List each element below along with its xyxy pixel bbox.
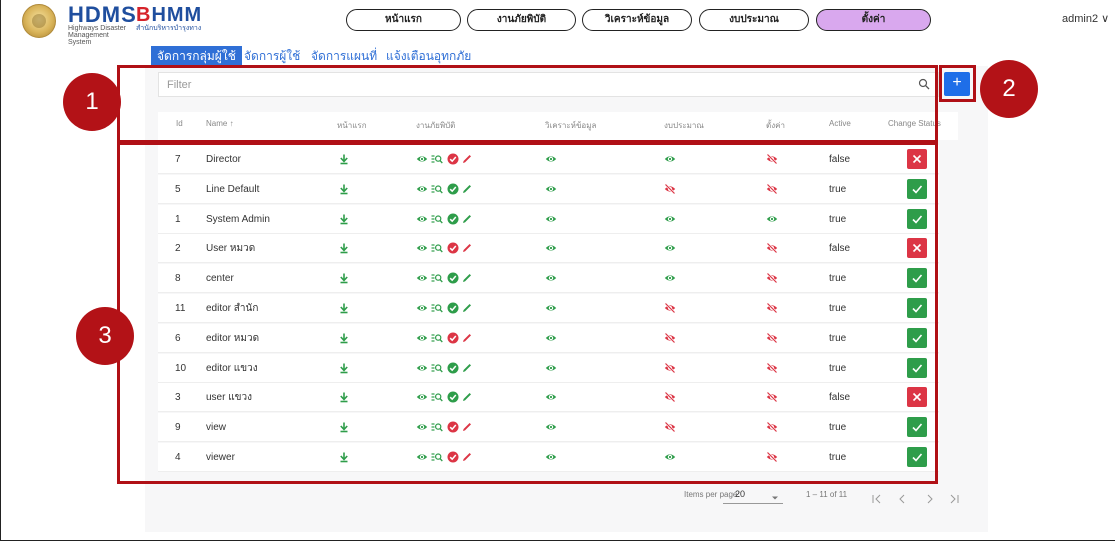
department-emblem-logo: [22, 4, 56, 38]
tab-maps[interactable]: จัดการแผนที่: [311, 46, 377, 66]
previous-page-icon[interactable]: [896, 493, 908, 505]
nav-analysis[interactable]: วิเคราะห์ข้อมูล: [582, 9, 692, 31]
bhmm-subtitle: สำนักบริหารบำรุงทาง: [136, 25, 202, 32]
annotation-marker-2: 2: [980, 60, 1038, 118]
page-size-underline: [723, 503, 783, 504]
page-size-select[interactable]: 20: [735, 489, 745, 499]
hdms-subtitle: Highways Disaster Management System: [68, 25, 126, 46]
last-page-icon[interactable]: [948, 493, 960, 505]
nav-settings[interactable]: ตั้งค่า: [816, 9, 931, 31]
annotation-marker-1: 1: [63, 73, 121, 131]
tab-flood-alerts[interactable]: แจ้งเตือนอุทกภัย: [386, 46, 471, 66]
nav-disaster[interactable]: งานภัยพิบัติ: [467, 9, 576, 31]
annotation-box-2: [939, 65, 976, 102]
annotation-marker-3: 3: [76, 307, 134, 365]
user-menu[interactable]: admin2 ∨: [1062, 12, 1109, 25]
bhmm-logo-b: B: [136, 4, 152, 26]
items-per-page-label: Items per page:: [684, 490, 740, 499]
bhmm-logo: BHMM: [136, 5, 202, 25]
annotation-box-1: [117, 65, 938, 145]
next-page-icon[interactable]: [924, 493, 936, 505]
bhmm-logo-rest: HMM: [151, 4, 203, 26]
tab-users[interactable]: จัดการผู้ใช้: [244, 46, 300, 66]
annotation-box-3: [117, 140, 938, 484]
chevron-down-icon[interactable]: [770, 493, 780, 503]
nav-home[interactable]: หน้าแรก: [346, 9, 461, 31]
tab-user-groups[interactable]: จัดการกลุ่มผู้ใช้: [151, 46, 242, 66]
page-range: 1 – 11 of 11: [806, 490, 848, 499]
hdms-logo: HDMS: [68, 2, 137, 27]
nav-budget[interactable]: งบประมาณ: [699, 9, 809, 31]
first-page-icon[interactable]: [871, 493, 883, 505]
